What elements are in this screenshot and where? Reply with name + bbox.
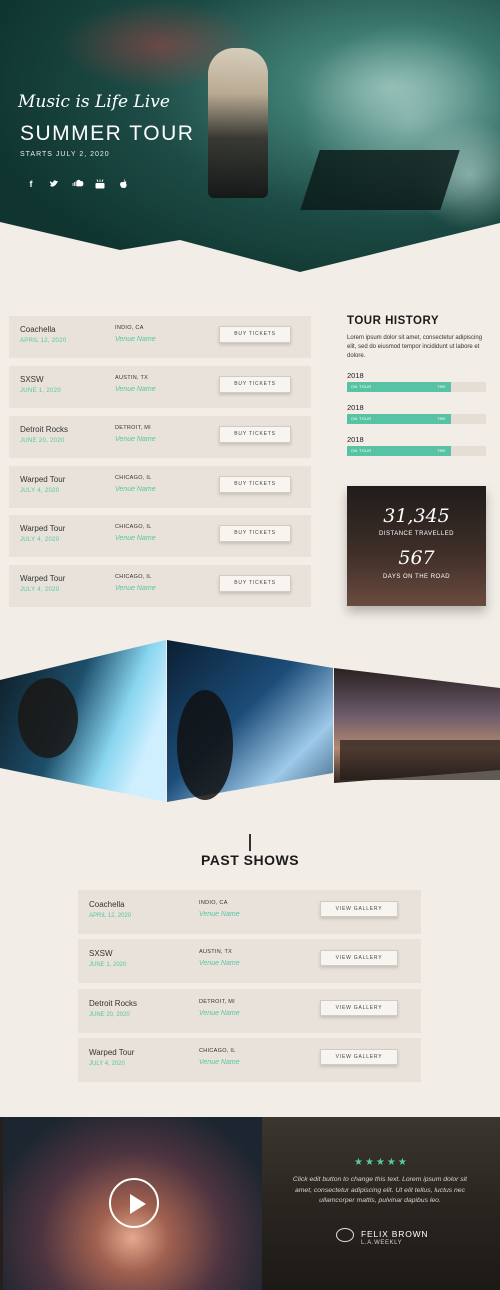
testimonial-author: FELIX BROWN [361,1229,429,1239]
past-show-row: Warped Tour JULY 4, 2020 CHICAGO, IL Ven… [78,1038,421,1082]
tour-name: Coachella [20,325,56,334]
view-gallery-button[interactable]: VIEW GALLERY [320,950,398,966]
days-value: 567 [398,547,435,569]
show-date: APRIL 12, 2020 [89,913,132,919]
show-city: AUSTIN, TX [199,949,233,955]
show-name: Detroit Rocks [89,999,138,1008]
tour-history-text: Lorem ipsum dolor sit amet, consectetur … [347,335,483,359]
show-city: DETROIT, MI [199,999,235,1005]
view-gallery-button[interactable]: VIEW GALLERY [320,1000,398,1016]
buy-tickets-button[interactable]: BUY TICKETS [219,476,291,493]
days-label: DAYS ON THE ROAD [382,574,451,580]
hero-bottom-shape [0,222,500,290]
rating-stars: ★★★★★ [354,1157,409,1168]
show-name: Warped Tour [89,1048,135,1057]
tour-stats-card: 31,345 DISTANCE TRAVELLED 567 DAYS ON TH… [347,486,486,606]
history-progress-fill: ON TOUR 75% [347,414,452,424]
tour-name: Warped Tour [20,574,66,583]
history-progress-bar: ON TOUR 75% [347,414,486,424]
tour-date: APRIL 12, 2020 [20,338,67,344]
past-show-row: Detroit Rocks JUNE 20, 2020 DETROIT, MI … [78,989,421,1033]
testimonial-quote: Click edit button to change this text. L… [292,1176,468,1204]
progress-label: ON TOUR [351,416,372,421]
show-date: JULY 4, 2020 [89,1061,125,1067]
buy-tickets-button[interactable]: BUY TICKETS [219,525,291,542]
history-progress-fill: ON TOUR 75% [347,382,452,392]
distance-value: 31,345 [383,505,450,527]
show-venue[interactable]: Venue Name [199,1059,240,1066]
buy-tickets-button[interactable]: BUY TICKETS [219,426,291,443]
tour-venue[interactable]: Venue Name [115,386,156,393]
hero-banner: Music is Life Live SUMMER TOUR STARTS JU… [0,0,500,290]
tour-row: SXSW JUNE 1, 2020 AUSTIN, TX Venue Name … [9,366,311,408]
progress-percent: 75% [437,416,446,421]
tour-name: SXSW [20,375,44,384]
show-city: CHICAGO, IL [199,1048,236,1054]
show-name: SXSW [89,949,113,958]
tour-city: CHICAGO, IL [115,475,152,481]
tour-city: CHICAGO, IL [115,524,152,530]
view-gallery-button[interactable]: VIEW GALLERY [320,1049,398,1065]
tour-date: JUNE 20, 2020 [20,438,65,444]
history-year: 2018 [347,435,364,444]
buy-tickets-button[interactable]: BUY TICKETS [219,575,291,592]
gallery-photo-crowd [340,740,500,780]
history-year: 2018 [347,371,364,380]
tour-date: JULY 4, 2020 [20,537,60,543]
buy-tickets-button[interactable]: BUY TICKETS [219,376,291,393]
tour-date: JULY 4, 2020 [20,488,60,494]
tour-row: Warped Tour JULY 4, 2020 CHICAGO, IL Ven… [9,466,311,508]
show-venue[interactable]: Venue Name [199,911,240,918]
show-venue[interactable]: Venue Name [199,1010,240,1017]
history-progress-bar: ON TOUR 75% [347,382,486,392]
show-venue[interactable]: Venue Name [199,960,240,967]
show-city: INDIO, CA [199,900,228,906]
view-gallery-button[interactable]: VIEW GALLERY [320,901,398,917]
history-progress-bar: ON TOUR 75% [347,446,486,456]
tour-venue[interactable]: Venue Name [115,585,156,592]
buy-tickets-button[interactable]: BUY TICKETS [219,326,291,343]
tour-city: DETROIT, MI [115,425,151,431]
distance-label: DISTANCE TRAVELLED [378,531,455,537]
tour-row: Warped Tour JULY 4, 2020 CHICAGO, IL Ven… [9,565,311,607]
history-progress-fill: ON TOUR 75% [347,446,452,456]
tour-row: Warped Tour JULY 4, 2020 CHICAGO, IL Ven… [9,515,311,557]
tour-venue[interactable]: Venue Name [115,486,156,493]
show-date: JUNE 1, 2020 [89,962,127,968]
tour-name: Warped Tour [20,475,66,484]
tour-history-title: TOUR HISTORY [347,315,440,327]
tour-name: Warped Tour [20,524,66,533]
tour-date: JULY 4, 2020 [20,587,60,593]
progress-percent: 75% [437,384,446,389]
video-thumbnail[interactable] [3,1117,262,1290]
history-year: 2018 [347,403,364,412]
progress-label: ON TOUR [351,384,372,389]
publication-logo-icon [336,1228,354,1242]
past-show-row: SXSW JUNE 1, 2020 AUSTIN, TX Venue Name … [78,939,421,983]
progress-percent: 75% [437,448,446,453]
testimonial-organization: L.A.WEEKLY [361,1240,403,1246]
play-icon[interactable] [109,1178,159,1228]
tour-venue[interactable]: Venue Name [115,336,156,343]
tour-city: CHICAGO, IL [115,574,152,580]
photo-gallery-strip [0,640,500,802]
tour-city: INDIO, CA [115,325,144,331]
tour-name: Detroit Rocks [20,425,69,434]
tour-date: JUNE 1, 2020 [20,388,61,394]
past-show-row: Coachella APRIL 12, 2020 INDIO, CA Venue… [78,890,421,934]
section-divider [249,834,251,851]
gallery-photo-subject [177,690,233,800]
progress-label: ON TOUR [351,448,372,453]
tour-row: Coachella APRIL 12, 2020 INDIO, CA Venue… [9,316,311,358]
show-date: JUNE 20, 2020 [89,1012,130,1018]
past-shows-title: PAST SHOWS [200,852,300,868]
gallery-photo-subject [18,678,78,758]
tour-venue[interactable]: Venue Name [115,436,156,443]
show-name: Coachella [89,900,125,909]
tour-row: Detroit Rocks JUNE 20, 2020 DETROIT, MI … [9,416,311,458]
tour-venue[interactable]: Venue Name [115,535,156,542]
tour-city: AUSTIN, TX [115,375,149,381]
